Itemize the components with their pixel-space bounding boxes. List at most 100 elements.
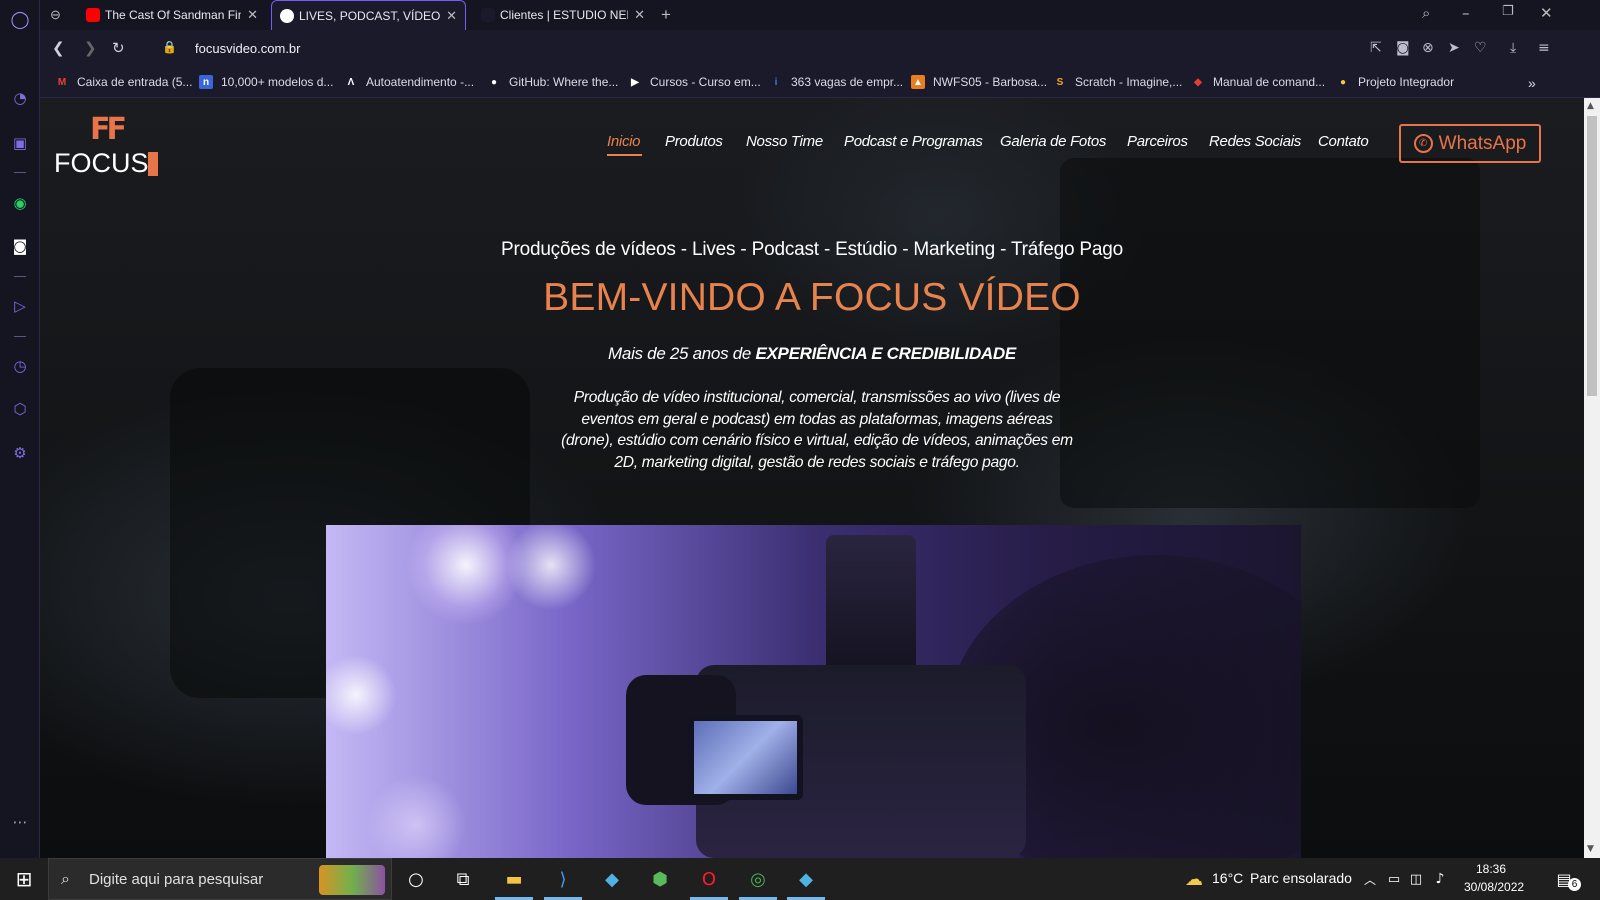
gmail-icon: M (57, 76, 67, 88)
scroll-thumb[interactable] (1587, 116, 1597, 396)
opera-menu-icon[interactable]: ◯ (10, 10, 30, 30)
windows-start-icon[interactable]: ⊞ (12, 867, 36, 891)
file-explorer-icon[interactable]: ▬ (502, 867, 526, 891)
task-view-icon[interactable]: ⧉ (451, 867, 475, 891)
tab-nektar[interactable]: Clientes | ESTUDIO NEKTAR ✕ (473, 0, 653, 30)
gitkraken-icon[interactable]: ◆ (600, 867, 624, 891)
history-icon[interactable]: ◷ (10, 356, 30, 376)
tab-title: LIVES, PODCAST, VÍDEOS, E (299, 8, 441, 23)
bookmarks-more-icon[interactable]: » (1528, 75, 1536, 91)
device-icon[interactable]: ▭ (1382, 867, 1406, 891)
tab-sandman[interactable]: The Cast Of Sandman Find ✕ (78, 0, 266, 30)
adblock-icon[interactable]: ⊗ (1422, 40, 1434, 56)
bookmark-scratch[interactable]: S Scratch - Imagine,... (1053, 75, 1183, 89)
weather-icon[interactable]: ☁ (1182, 867, 1206, 891)
close-tab-icon[interactable]: ✕ (634, 7, 645, 23)
send-icon[interactable]: ➤ (1448, 40, 1460, 56)
scratch-icon: S (1056, 76, 1064, 88)
bookmark-label: GitHub: Where the... (509, 75, 619, 89)
chrome-icon[interactable]: ◎ (746, 867, 770, 891)
bookmark-gmail[interactable]: M Caixa de entrada (5... (55, 75, 193, 89)
reload-icon[interactable]: ↻ (112, 39, 125, 57)
download-icon[interactable]: ⤓ (1510, 40, 1516, 56)
menu-contato[interactable]: Contato (1318, 133, 1369, 150)
tab-focusvideo[interactable]: LIVES, PODCAST, VÍDEOS, E ✕ (271, 0, 466, 30)
bookmark-manual[interactable]: ◆ Manual de comand... (1191, 75, 1325, 89)
back-icon[interactable]: ❮ (52, 39, 65, 57)
whatsapp-icon[interactable]: ◉ (10, 193, 30, 213)
bookmark-nwfs05[interactable]: ▲ NWFS05 - Barbosa... (911, 75, 1047, 89)
snapshot-icon[interactable]: ◙ (1396, 40, 1410, 56)
discord-icon[interactable]: ◙ (10, 236, 30, 256)
description: Produção de vídeo institucional, comerci… (561, 389, 1073, 472)
bookmark-projeto[interactable]: ● Projeto Integrador (1336, 75, 1454, 89)
bookmark-label: Manual de comand... (1213, 75, 1326, 89)
weather-temp[interactable]: 16°C (1212, 870, 1243, 886)
share-icon[interactable]: ⇱ (1370, 40, 1382, 56)
menu-parceiros[interactable]: Parceiros (1127, 133, 1188, 150)
experience-bold: EXPERIÊNCIA E CREDIBILIDADE (755, 344, 1016, 363)
screen: ◯ ◔ ▣ ◉ ◙ ▷ ◷ ⬡ ⚙ ⋯ ⊖ The Cast Of Sandma… (0, 0, 1600, 900)
services-line: Produções de vídeos - Lives - Podcast - … (500, 239, 1123, 260)
tray-chevron-icon[interactable]: ︿ (1358, 867, 1382, 891)
menu-podcast[interactable]: Podcast e Programas (844, 133, 983, 150)
scrollbar[interactable]: ▲ ▼ (1584, 98, 1600, 858)
network-icon[interactable]: ◫ (1404, 867, 1428, 891)
minimize-icon[interactable]: – (1462, 4, 1470, 22)
search-tabs-icon[interactable]: ⌕ (1422, 4, 1430, 22)
cortana-icon[interactable]: ○ (404, 867, 428, 891)
weather-text[interactable]: Parc ensolarado (1250, 870, 1352, 886)
clock-time[interactable]: 18:36 (1476, 862, 1506, 876)
menu-galeria[interactable]: Galeria de Fotos (1000, 133, 1106, 150)
clock-date[interactable]: 30/08/2022 (1464, 880, 1524, 894)
close-window-icon[interactable]: ✕ (1540, 4, 1553, 22)
opera-icon[interactable]: O (697, 867, 721, 891)
gitkraken-icon[interactable]: ◆ (794, 867, 818, 891)
settings-icon[interactable]: ⚙ (10, 443, 30, 463)
bookmark-label: NWFS05 - Barbosa... (933, 75, 1048, 89)
menu-redes-sociais[interactable]: Redes Sociais (1209, 133, 1301, 150)
scroll-down-icon[interactable]: ▼ (1587, 844, 1594, 854)
bookmark-nicepage[interactable]: n 10,000+ modelos d... (199, 75, 333, 89)
player-icon[interactable]: ▷ (10, 296, 30, 316)
bookmark-cursos[interactable]: ▶ Cursos - Curso em... (628, 75, 761, 89)
shopping-icon[interactable]: ▣ (10, 133, 30, 153)
bookmark-label: Projeto Integrador (1358, 75, 1455, 89)
nodejs-icon[interactable]: ⬢ (648, 867, 672, 891)
bookmark-heart-icon[interactable]: ♡ (1474, 40, 1487, 56)
search-icon: ⌕ (61, 869, 70, 888)
close-tab-icon[interactable]: ✕ (446, 8, 457, 24)
page-content: FF FOCUS Inicio Produtos Nosso Time Podc… (40, 98, 1584, 858)
lambda-icon: Λ (347, 76, 355, 88)
bookmark-github[interactable]: ● GitHub: Where the... (487, 75, 618, 89)
speed-dial-icon[interactable]: ◔ (10, 88, 30, 108)
address-bar: ❮ ❯ ↻ 🔒 focusvideo.com.br ⇱ ◙ ⊗ ➤ ♡ ⤓ ≡ (40, 30, 1600, 68)
pi-icon: ● (1339, 76, 1347, 88)
nektar-favicon-icon (481, 8, 495, 22)
github-icon: ● (490, 76, 498, 88)
taskbar-search[interactable]: ⌕ Digite aqui para pesquisar (48, 858, 392, 900)
windows-taskbar: ⊞ ⌕ Digite aqui para pesquisar ○ ⧉ ▬ ⟩ ◆… (0, 858, 1600, 900)
whatsapp-button[interactable]: ✆ WhatsApp (1399, 124, 1541, 163)
bookmark-label: Caixa de entrada (5... (77, 75, 193, 89)
more-options-icon[interactable]: ⋯ (10, 812, 30, 832)
new-tab-button[interactable]: + (661, 0, 685, 30)
forward-icon[interactable]: ❯ (84, 39, 97, 57)
url-field[interactable]: focusvideo.com.br (195, 41, 301, 56)
main-menu: Inicio Produtos Nosso Time Podcast e Pro… (40, 133, 1584, 156)
tab-islands-icon[interactable]: ⊖ (50, 0, 78, 30)
volume-icon[interactable]: ♪ (1428, 867, 1452, 891)
indeed-icon: i (774, 76, 778, 88)
menu-produtos[interactable]: Produtos (665, 133, 723, 150)
scroll-up-icon[interactable]: ▲ (1587, 101, 1594, 111)
extensions-icon[interactable]: ⬡ (10, 399, 30, 419)
easy-setup-icon[interactable]: ≡ (1538, 40, 1550, 56)
restore-icon[interactable]: ❐ (1502, 4, 1514, 19)
search-highlight-image (319, 865, 385, 895)
vscode-icon[interactable]: ⟩ (551, 867, 575, 891)
close-tab-icon[interactable]: ✕ (247, 7, 258, 23)
menu-nosso-time[interactable]: Nosso Time (746, 133, 823, 150)
menu-inicio[interactable]: Inicio (607, 133, 641, 150)
bookmark-autoatendimento[interactable]: Λ Autoatendimento -... (344, 75, 474, 89)
bookmark-vagas[interactable]: i 363 vagas de empr... (769, 75, 903, 89)
